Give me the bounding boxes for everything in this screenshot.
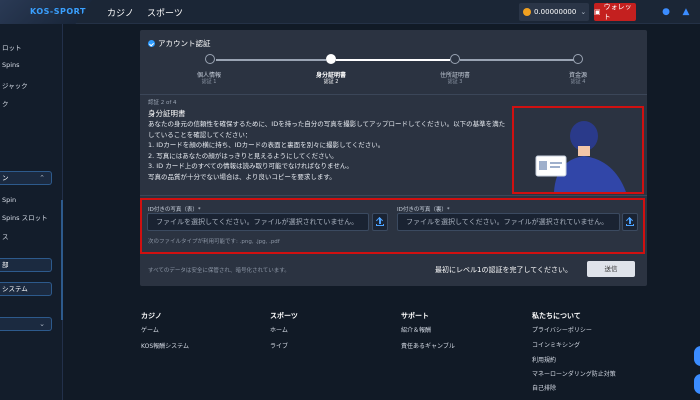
chat-widget-button[interactable] [694, 346, 700, 366]
footer-title-casino: カジノ [141, 312, 162, 320]
sidebar-scrollbar[interactable] [61, 200, 63, 320]
step-1-dot [205, 54, 215, 64]
person-with-id-illustration [535, 121, 626, 192]
sidebar-item[interactable]: ジャック [2, 80, 28, 90]
front-photo-input[interactable]: ファイルを選択してください。ファイルが選択されていません。 [147, 213, 369, 231]
panel-title-text: アカウント認証 [158, 39, 211, 48]
upload-icon [376, 218, 384, 226]
step-3-dot [450, 54, 460, 64]
rule-3: 3. ID カード上のすべての情報は読み取り可能でなければなりません。 [148, 162, 353, 170]
wallet-button[interactable]: ▣ ウォレット [594, 3, 636, 21]
complete-level-note: 最初にレベル1の認証を完了してください。 [435, 266, 573, 274]
bell-icon[interactable]: ▲ [681, 7, 691, 17]
instructions: 認証 2 of 4 身分証明書 あなたの身元の信頼性を確保するために、IDを持っ… [148, 98, 508, 182]
back-photo-input[interactable]: ファイルを選択してください。ファイルが選択されていません。 [397, 213, 620, 231]
step-3-sub: 認証 3 [447, 79, 463, 85]
file-types-note: 次のファイルタイプが利用可能です: .png, .jpg, .pdf [148, 239, 280, 245]
footer-link[interactable]: マネーローンダリング防止対策 [532, 369, 616, 378]
chevron-down-icon: ⌄ [39, 320, 45, 328]
rule-4: 写真の品質が十分でない場合は、より良いコピーを要求します。 [148, 172, 336, 181]
footer-link[interactable]: プライバシーポリシー [532, 325, 592, 334]
step-counter: 認証 2 of 4 [148, 100, 177, 106]
step-connector [460, 59, 580, 61]
sidebar-item[interactable]: ロット [2, 42, 22, 52]
coin-icon [523, 8, 531, 16]
sidebar-item[interactable]: ス [2, 231, 9, 241]
sidebar-item[interactable]: ク [2, 98, 9, 108]
rule-1: 1. IDカードを顔の横に持ち、IDカードの表面と裏面を別々に撮影してください。 [148, 141, 385, 149]
sidebar-box[interactable]: システム [0, 282, 52, 296]
front-upload-button[interactable] [372, 213, 388, 231]
sidebar: ロット Spins ジャック ク ン ⌃ Spin Spins スロット ス 部 … [0, 24, 63, 400]
id-illustration-frame [512, 106, 644, 194]
step-connector [336, 59, 450, 61]
sidebar-box[interactable]: 部 [0, 258, 52, 272]
step-2-sub: 認証 2 [323, 79, 339, 85]
secure-note: すべてのデータは安全に保管され、暗号化されています。 [148, 268, 290, 274]
nav-casino[interactable]: カジノ [107, 6, 134, 19]
intro-text: あなたの身元の信頼性を確保するために、IDを持った自分の写真を撮影してアップロー… [148, 120, 506, 139]
footer-link[interactable]: 利用規約 [532, 355, 556, 364]
back-upload-button[interactable] [622, 213, 638, 231]
footer-link[interactable]: ホーム [270, 325, 288, 334]
nav-sports[interactable]: スポーツ [147, 6, 183, 19]
sidebar-item[interactable]: Spins スロット [2, 212, 48, 222]
footer-title-about: 私たちについて [532, 312, 581, 320]
footer-link[interactable]: 責任あるギャンブル [401, 341, 455, 350]
footer-link[interactable]: 自己排除 [532, 383, 556, 392]
sidebar-box-label: システム [2, 285, 28, 293]
balance-amount: 0.00000000 [534, 8, 577, 16]
footer-link[interactable]: ゲーム [141, 325, 159, 334]
step-connector [216, 59, 326, 61]
sidebar-item[interactable]: Spins [2, 61, 20, 69]
check-circle-icon [148, 40, 155, 47]
sidebar-item[interactable]: Spin [2, 196, 16, 204]
sidebar-dropdown-label: ン [2, 174, 9, 182]
footer-link[interactable]: KOS報酬システム [141, 341, 189, 350]
sidebar-dropdown[interactable]: ン ⌃ [0, 171, 52, 185]
step-2-dot [326, 54, 336, 64]
step-1-sub: 認証 1 [201, 79, 217, 85]
step-4-sub: 認証 4 [570, 79, 586, 85]
chevron-down-icon: ⌄ [580, 8, 587, 16]
footer-link[interactable]: ライブ [270, 341, 288, 350]
footer-link[interactable]: コインミキシング [532, 340, 580, 349]
front-photo-label: ID付きの写真（表）* [148, 207, 201, 213]
footer-title-support: サポート [401, 312, 429, 320]
section-title: 身分証明書 [148, 108, 186, 118]
logo-text: KOS-SPORT [30, 7, 86, 16]
panel-title: アカウント認証 [148, 38, 211, 49]
sidebar-box-label: 部 [2, 261, 9, 269]
rule-2: 2. 写真にはあなたの顔がはっきりと見えるようにしてください。 [148, 151, 338, 160]
wallet-icon: ▣ [594, 8, 601, 16]
divider [140, 94, 647, 95]
submit-button[interactable]: 送信 [587, 261, 635, 277]
top-bar: KOS-SPORT カジノ スポーツ 0.00000000 ⌄ ▣ ウォレット ●… [0, 0, 700, 24]
sidebar-dropdown[interactable]: ⌄ [0, 317, 52, 331]
user-icon[interactable]: ● [661, 7, 671, 17]
balance-selector[interactable]: 0.00000000 ⌄ [519, 3, 589, 21]
site-logo[interactable]: KOS-SPORT [0, 0, 92, 24]
footer-title-sports: スポーツ [270, 312, 298, 320]
back-photo-label: ID付きの写真（裏）* [397, 207, 450, 213]
chevron-up-icon: ⌃ [39, 174, 45, 182]
footer-link[interactable]: 紹介＆報酬 [401, 325, 431, 334]
support-widget-button[interactable] [694, 374, 700, 394]
upload-icon [626, 218, 634, 226]
step-4-dot [573, 54, 583, 64]
wallet-label: ウォレット [603, 3, 632, 21]
